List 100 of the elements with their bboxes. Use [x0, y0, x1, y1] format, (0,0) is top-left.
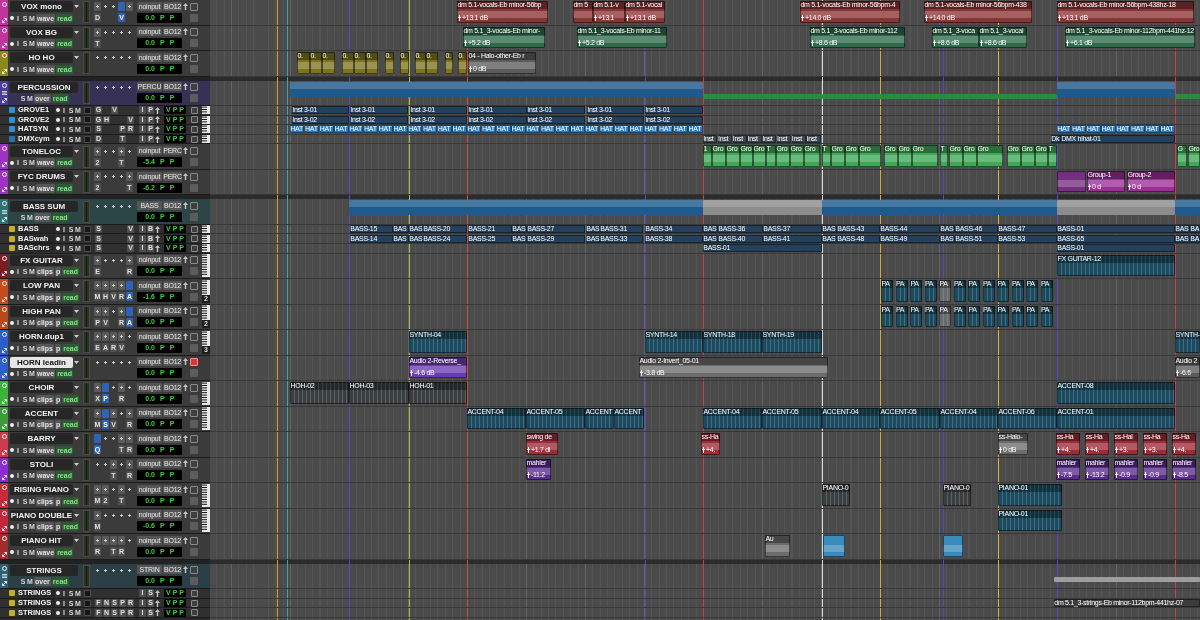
track-name[interactable]: TONELOC	[10, 145, 73, 157]
insert-slot[interactable]	[94, 485, 101, 495]
insert-slot[interactable]	[110, 408, 117, 418]
track-toggle-button[interactable]	[190, 172, 198, 181]
track-toggle-button[interactable]	[190, 566, 198, 575]
track-name[interactable]: HORN.dup1	[10, 331, 73, 343]
insert-slot[interactable]	[94, 2, 101, 12]
insert-slot[interactable]	[94, 306, 101, 316]
track-name[interactable]: LOW PAN	[10, 280, 73, 292]
track-toggle-button[interactable]	[190, 307, 198, 316]
folder-clip[interactable]	[703, 93, 822, 99]
track-toggle-button[interactable]	[191, 609, 198, 617]
insert-slot[interactable]	[126, 459, 133, 469]
caret-icon	[74, 513, 79, 517]
insert-slot[interactable]	[126, 434, 133, 444]
insert-slot[interactable]	[110, 332, 117, 342]
track-name[interactable]: STOLI	[10, 458, 73, 470]
folder-clip[interactable]	[349, 200, 703, 216]
insert-slot[interactable]	[102, 332, 109, 342]
track-name[interactable]: ACCENT	[10, 407, 73, 419]
folder-clip[interactable]	[1175, 93, 1200, 99]
insert-slot[interactable]	[110, 536, 117, 546]
fader-icon	[640, 370, 643, 377]
insert-slot[interactable]	[94, 146, 101, 156]
insert-slot[interactable]	[102, 536, 109, 546]
insert-slot[interactable]	[102, 281, 109, 291]
track-name[interactable]: CHOIR	[10, 382, 73, 394]
track-toggle-button[interactable]	[190, 147, 198, 156]
track-toggle-button[interactable]	[191, 599, 198, 607]
track-name[interactable]: PIANO DOUBLE	[10, 509, 73, 521]
folder-clip[interactable]	[822, 200, 1057, 216]
audio-clip[interactable]	[1057, 170, 1086, 193]
track-name[interactable]: PERCUSSION	[10, 81, 78, 93]
insert-slot[interactable]	[94, 510, 101, 520]
track-toggle-button[interactable]	[190, 53, 198, 62]
track-name[interactable]: VOX mono	[10, 1, 73, 13]
insert-slot[interactable]	[110, 281, 117, 291]
insert-slot[interactable]	[126, 2, 133, 12]
insert-slot[interactable]	[102, 485, 109, 495]
track-toggle-button[interactable]	[190, 434, 198, 443]
track-toggle-button[interactable]	[190, 281, 198, 290]
track-toggle-button[interactable]	[190, 202, 198, 211]
insert-slot[interactable]	[118, 536, 125, 546]
insert-slot[interactable]	[94, 332, 101, 342]
track-toggle-button[interactable]	[190, 460, 198, 469]
folder-clip[interactable]	[1057, 200, 1175, 216]
insert-slot[interactable]	[94, 255, 101, 265]
insert-slot[interactable]	[94, 536, 101, 546]
insert-slot[interactable]	[94, 408, 101, 418]
insert-slot[interactable]	[118, 383, 125, 393]
insert-slot[interactable]	[118, 306, 125, 316]
track-toggle-button[interactable]	[190, 511, 198, 520]
track-name[interactable]: FYC DRUMS	[10, 171, 73, 183]
track-toggle-button[interactable]	[191, 116, 198, 124]
track-name[interactable]: HORN leadin	[10, 356, 73, 368]
track-name[interactable]: BASS SUM	[10, 200, 78, 212]
insert-slot[interactable]	[126, 408, 133, 418]
folder-clip[interactable]	[703, 200, 822, 216]
track-toggle-button[interactable]	[190, 256, 198, 265]
track-toggle-button[interactable]	[190, 536, 198, 545]
track-toggle-button[interactable]	[191, 135, 198, 143]
insert-slot[interactable]	[94, 383, 101, 393]
track-name[interactable]: RISING PIANO	[10, 484, 73, 496]
track-name[interactable]: PIANO HIT	[10, 535, 73, 547]
insert-slot[interactable]	[118, 485, 125, 495]
track-name[interactable]: HO HO	[10, 52, 73, 64]
audio-clip[interactable]	[943, 535, 963, 557]
insert-slot[interactable]	[110, 459, 117, 469]
folder-clip[interactable]	[1054, 576, 1200, 582]
insert-slot[interactable]	[126, 255, 133, 265]
insert-slot[interactable]	[94, 27, 101, 37]
audio-clip[interactable]	[823, 535, 845, 557]
insert-slot[interactable]	[94, 172, 101, 182]
folder-clip[interactable]	[1057, 81, 1175, 97]
folder-clip[interactable]	[1175, 200, 1200, 216]
insert-slot[interactable]	[118, 332, 125, 342]
track-name[interactable]: FX GUITAR	[10, 254, 73, 266]
folder-clip[interactable]	[290, 81, 703, 97]
track-toggle-button[interactable]	[191, 106, 198, 114]
track-toggle-button[interactable]	[190, 332, 198, 341]
insert-slot[interactable]	[94, 281, 101, 291]
track-toggle-button[interactable]	[190, 409, 198, 418]
track-name[interactable]: VOX BG	[10, 26, 73, 38]
insert-slot[interactable]	[102, 306, 109, 316]
insert-slot[interactable]	[126, 172, 133, 182]
track-toggle-button[interactable]	[190, 83, 198, 92]
track-name[interactable]: STRINGS	[10, 564, 78, 576]
track-toggle-button[interactable]	[190, 28, 198, 37]
track-name[interactable]: BARRY	[10, 433, 73, 445]
track-toggle-button[interactable]	[190, 2, 198, 11]
track-toggle-button[interactable]	[190, 358, 198, 367]
insert-slot[interactable]	[118, 146, 125, 156]
insert-slot[interactable]	[118, 281, 125, 291]
track-toggle-button[interactable]	[190, 383, 198, 392]
track-toggle-button[interactable]	[191, 589, 198, 597]
track-name[interactable]: HIGH PAN	[10, 305, 73, 317]
track-toggle-button[interactable]	[191, 225, 198, 233]
folder-clip[interactable]	[822, 93, 1057, 99]
insert-slot[interactable]	[118, 434, 125, 444]
track-toggle-button[interactable]	[190, 485, 198, 494]
